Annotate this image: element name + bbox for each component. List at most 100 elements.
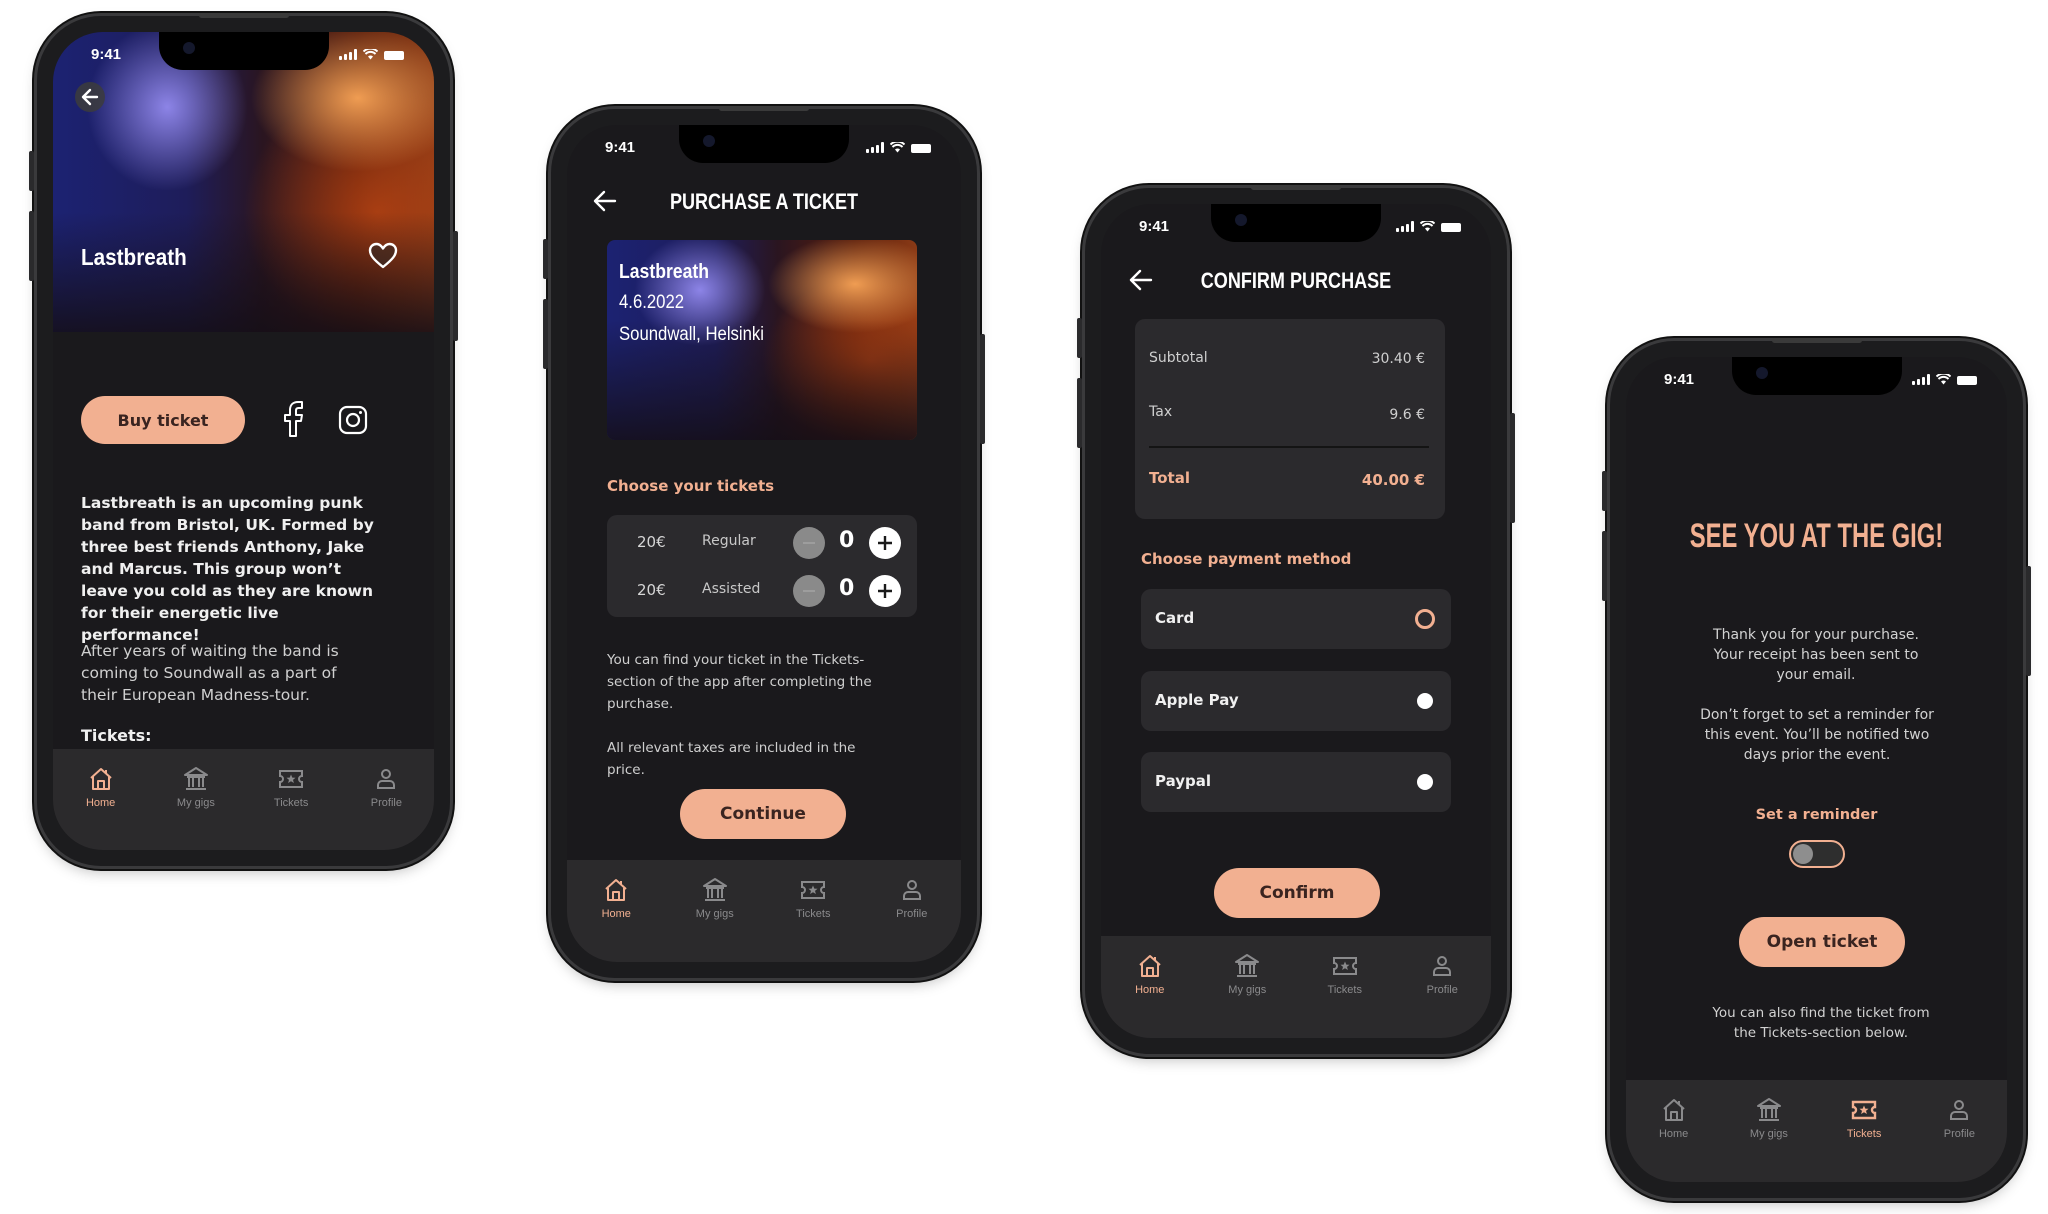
screen: 9:41 SEE YOU AT THE GIG! Thank you for y… (1626, 357, 2007, 1182)
payment-method-label: Choose payment method (1141, 550, 1352, 568)
ticket-type: Regular (702, 533, 756, 549)
nav-profile[interactable]: Profile (351, 765, 421, 809)
tax-label: Tax (1149, 404, 1173, 420)
radio-selected[interactable] (1415, 609, 1435, 629)
nav-my-gigs[interactable]: My gigs (161, 765, 231, 809)
ticket-quantity: 0 (839, 576, 855, 601)
reminder-toggle[interactable] (1789, 840, 1845, 868)
wifi-icon (1420, 221, 1435, 232)
info-text-taxes: All relevant taxes are included in the p… (607, 740, 856, 778)
nav-home[interactable]: Home (1639, 1096, 1709, 1140)
nav-tickets[interactable]: Tickets (1829, 1096, 1899, 1140)
order-summary: Subtotal 30.40 € Tax 9.6 € Total 40.00 € (1135, 319, 1445, 519)
screen: 9:41 Lastbreath Buy ticket Lastbreath is… (53, 32, 434, 850)
side-button (543, 299, 548, 369)
payment-option-card[interactable]: Card (1141, 589, 1451, 649)
payment-option-paypal[interactable]: Paypal (1141, 752, 1451, 812)
venue-icon (1235, 954, 1260, 977)
nav-label: Profile (370, 797, 402, 809)
camera (703, 135, 715, 147)
venue-icon (183, 767, 208, 790)
reminder-label: Set a reminder (1755, 807, 1878, 823)
nav-my-gigs[interactable]: My gigs (1734, 1096, 1804, 1140)
status-icons (339, 49, 404, 60)
nav-label: My gigs (1228, 984, 1267, 996)
side-button (29, 211, 34, 281)
payment-option-label: Apple Pay (1155, 691, 1239, 709)
signal-icon (339, 49, 357, 60)
wifi-icon (1936, 374, 1951, 385)
arrow-left-icon (81, 88, 99, 106)
venue-icon (702, 878, 727, 901)
info-text-tickets-section: You can find your ticket in the Tickets-… (607, 652, 872, 712)
notch (158, 32, 329, 70)
ticket-icon (801, 881, 826, 899)
nav-profile[interactable]: Profile (1924, 1096, 1994, 1140)
status-time: 9:41 (1664, 371, 1695, 388)
notch (1211, 204, 1381, 242)
speaker (719, 106, 809, 111)
band-description-bold: Lastbreath is an upcoming punk band from… (81, 494, 374, 644)
subtotal-label: Subtotal (1149, 350, 1208, 366)
side-button (1510, 413, 1515, 523)
nav-label: Profile (1426, 984, 1458, 996)
increment-button[interactable] (869, 575, 901, 607)
speaker (198, 13, 289, 18)
radio-unselected[interactable] (1417, 774, 1433, 790)
instagram-icon[interactable] (338, 405, 368, 435)
back-button[interactable] (75, 82, 105, 112)
facebook-icon[interactable] (281, 400, 305, 438)
nav-home[interactable]: Home (66, 765, 136, 809)
tickets-heading: Tickets: (81, 726, 152, 745)
nav-tickets[interactable]: Tickets (778, 876, 848, 920)
payment-option-apple-pay[interactable]: Apple Pay (1141, 671, 1451, 731)
confirm-button[interactable]: Confirm (1214, 868, 1380, 918)
nav-label: Profile (896, 908, 928, 920)
nav-home[interactable]: Home (1115, 952, 1185, 996)
increment-button[interactable] (869, 527, 901, 559)
continue-button[interactable]: Continue (680, 789, 846, 839)
nav-label: Home (85, 797, 116, 809)
decrement-button[interactable] (793, 527, 825, 559)
payment-option-label: Paypal (1155, 772, 1212, 790)
nav-tickets[interactable]: Tickets (256, 765, 326, 809)
decrement-button[interactable] (793, 575, 825, 607)
home-icon (1139, 955, 1161, 977)
nav-profile[interactable]: Profile (1407, 952, 1477, 996)
nav-tickets[interactable]: Tickets (1310, 952, 1380, 996)
status-time: 9:41 (91, 46, 122, 63)
screen: 9:41 PURCHASE A TICKET Lastbreath 4.6.20… (567, 125, 961, 962)
plus-icon (878, 584, 892, 598)
ticket-selector: 20€ Regular 0 20€ Assisted 0 (607, 515, 917, 617)
phone-confirm-purchase: 9:41 CONFIRM PURCHASE Subtotal 30.40 € T… (1077, 185, 1515, 1054)
toggle-knob (1793, 844, 1813, 864)
camera (1235, 214, 1247, 226)
minus-icon (803, 542, 815, 544)
signal-icon (866, 142, 884, 153)
band-description: After years of waiting the band is comin… (81, 642, 339, 704)
buy-ticket-button[interactable]: Buy ticket (81, 396, 245, 444)
open-ticket-button[interactable]: Open ticket (1739, 917, 1905, 967)
side-button (29, 151, 34, 191)
profile-icon (1950, 1100, 1969, 1120)
nav-home[interactable]: Home (581, 876, 651, 920)
nav-my-gigs[interactable]: My gigs (1212, 952, 1282, 996)
status-time: 9:41 (605, 139, 636, 156)
home-icon (605, 879, 627, 901)
nav-profile[interactable]: Profile (877, 876, 947, 920)
profile-icon (902, 880, 921, 900)
side-button (980, 334, 985, 444)
speaker (1771, 338, 1862, 343)
heart-icon[interactable] (368, 242, 398, 270)
nav-label: My gigs (695, 908, 734, 920)
minus-icon (803, 590, 815, 592)
nav-label: Tickets (1846, 1128, 1882, 1140)
nav-label: Profile (1943, 1128, 1975, 1140)
nav-my-gigs[interactable]: My gigs (680, 876, 750, 920)
ticket-quantity: 0 (839, 528, 855, 553)
radio-unselected[interactable] (1417, 693, 1433, 709)
nav-label: My gigs (1749, 1128, 1788, 1140)
ticket-price: 20€ (637, 581, 666, 599)
battery-icon (1441, 223, 1461, 232)
plus-icon (878, 536, 892, 550)
